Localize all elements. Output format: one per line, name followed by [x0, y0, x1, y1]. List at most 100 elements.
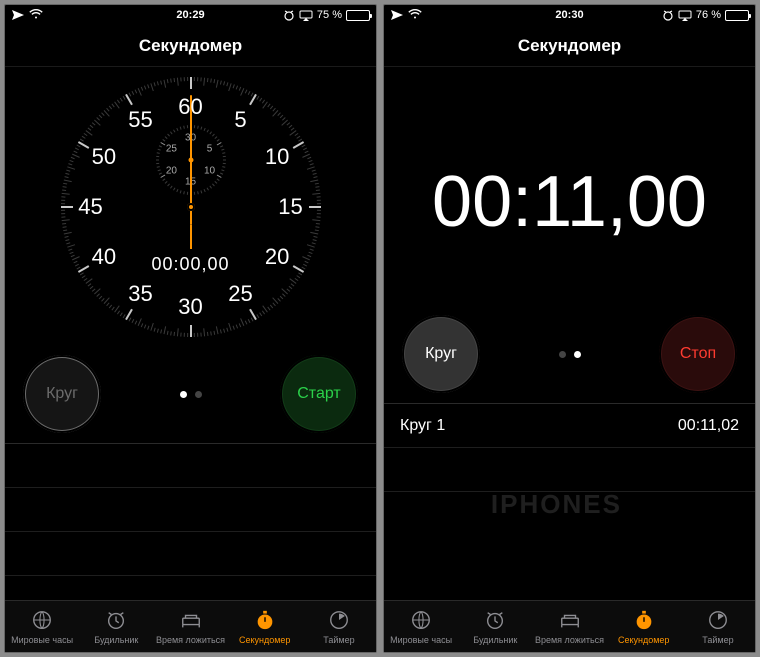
tab-world-clock[interactable]: Мировые часы	[5, 609, 79, 645]
tick	[122, 96, 125, 100]
tick	[131, 319, 134, 323]
tick	[267, 307, 270, 311]
face-number: 10	[265, 144, 289, 170]
tick	[296, 136, 300, 139]
tick	[286, 288, 290, 291]
lap-button-label: Круг	[425, 345, 457, 363]
airplane-mode-icon	[11, 9, 25, 21]
tick	[70, 255, 74, 257]
alarm-clock-icon	[104, 609, 128, 633]
tick	[277, 112, 280, 116]
timer-icon	[327, 609, 351, 633]
page-indicator[interactable]	[180, 391, 202, 398]
face-number: 20	[265, 244, 289, 270]
stopwatch-analog-face[interactable]: 30510152025 00:00,00 6051015202530354045…	[5, 67, 376, 347]
tick	[61, 219, 69, 221]
tick	[219, 80, 221, 84]
tick	[197, 333, 198, 337]
tick	[62, 190, 66, 192]
content-area: 00:11,00 Круг Стоп Круг 1 00:11,02 . IPH…	[384, 67, 755, 600]
page-dot-1	[195, 391, 202, 398]
tick	[187, 77, 188, 81]
tick	[119, 312, 122, 316]
tick	[200, 333, 201, 337]
tick	[67, 244, 75, 247]
tab-timer[interactable]: Таймер	[681, 609, 755, 645]
tick	[228, 83, 231, 91]
tick	[288, 125, 292, 128]
tab-timer[interactable]: Таймер	[302, 609, 376, 645]
tab-bedtime[interactable]: Время ложиться	[153, 609, 227, 645]
lap-button[interactable]: Круг	[402, 315, 480, 393]
stopwatch-digital-time[interactable]: 00:11,00	[384, 67, 755, 307]
content-area: 30510152025 00:00,00 6051015202530354045…	[5, 67, 376, 600]
tick	[210, 79, 212, 83]
start-button[interactable]: Старт	[280, 355, 358, 433]
tick	[108, 305, 111, 309]
bed-icon	[179, 609, 203, 633]
tick	[81, 275, 85, 278]
tick	[153, 328, 155, 332]
tick	[247, 91, 250, 95]
tick	[277, 298, 280, 302]
tab-label: Будильник	[473, 635, 517, 645]
tick	[72, 256, 80, 260]
tick	[226, 82, 228, 86]
tab-stopwatch[interactable]: Секундомер	[607, 609, 681, 645]
laps-list[interactable]: Круг 1 00:11,02 .	[384, 403, 755, 492]
tick	[259, 312, 262, 316]
tick	[269, 305, 272, 309]
tick	[140, 323, 142, 327]
phone-left-analog: 20:29 75 % Секундомер 30510152025 00:00,…	[4, 4, 377, 653]
tab-label: Мировые часы	[390, 635, 452, 645]
tick	[215, 326, 218, 334]
tick	[316, 210, 320, 211]
face-number: 45	[78, 194, 102, 220]
tick	[65, 239, 69, 241]
tick	[315, 186, 319, 188]
tab-alarm[interactable]: Будильник	[458, 609, 532, 645]
tick	[140, 87, 142, 91]
tab-world-clock[interactable]: Мировые часы	[384, 609, 458, 645]
tick	[83, 278, 87, 281]
tick	[160, 80, 162, 84]
laps-list[interactable]: . . .	[5, 443, 376, 576]
tab-bedtime[interactable]: Время ложиться	[532, 609, 606, 645]
tick	[213, 331, 215, 335]
tick	[312, 173, 316, 175]
tab-label: Таймер	[323, 635, 354, 645]
tick	[119, 98, 122, 102]
tab-alarm[interactable]: Будильник	[79, 609, 153, 645]
tick	[313, 176, 317, 178]
lap-button[interactable]: Круг	[23, 355, 101, 433]
tick	[203, 78, 205, 86]
stop-button[interactable]: Стоп	[659, 315, 737, 393]
tick	[190, 325, 192, 337]
tick	[316, 200, 320, 201]
tick	[173, 78, 175, 82]
tick	[180, 333, 181, 337]
alarm-icon	[283, 9, 295, 21]
alarm-clock-icon	[483, 609, 507, 633]
tick	[79, 272, 83, 275]
tick	[279, 296, 283, 300]
controls-row: Круг Старт	[5, 347, 376, 443]
tick	[76, 145, 80, 148]
tick	[290, 283, 294, 286]
tick	[98, 115, 102, 119]
tick	[160, 329, 162, 333]
tick	[206, 78, 208, 82]
tick	[91, 288, 95, 291]
face-number: 15	[278, 194, 302, 220]
tick	[193, 333, 194, 337]
page-indicator[interactable]	[559, 351, 581, 358]
lap-row[interactable]: Круг 1 00:11,02	[384, 404, 755, 448]
tab-stopwatch[interactable]: Секундомер	[228, 609, 302, 645]
tick	[150, 323, 153, 331]
tick	[309, 206, 321, 208]
tick	[308, 160, 312, 162]
tick	[298, 272, 302, 275]
tick	[316, 203, 320, 204]
tab-label: Будильник	[94, 635, 138, 645]
tick	[311, 242, 315, 244]
